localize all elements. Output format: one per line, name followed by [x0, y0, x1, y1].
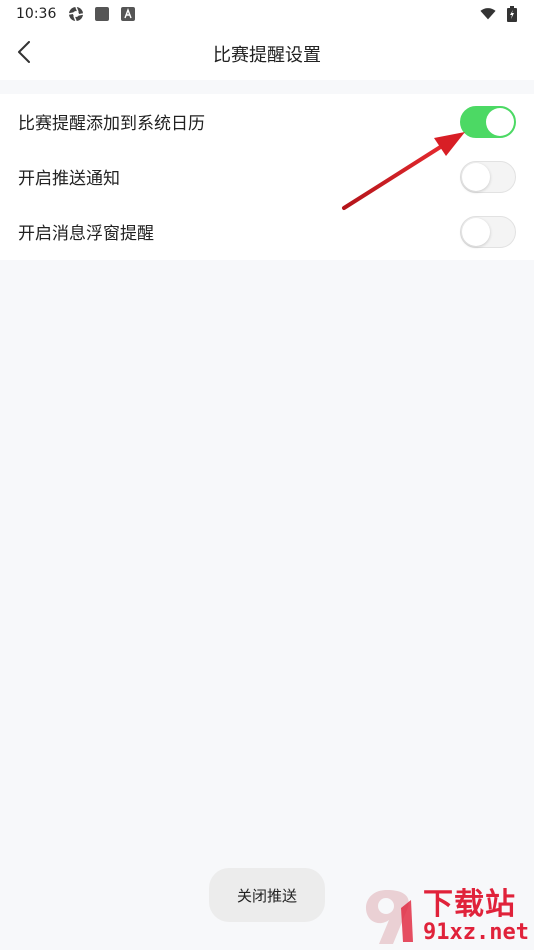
chevron-left-icon — [17, 41, 31, 67]
toast-message: 关闭推送 — [209, 868, 325, 922]
toggle-knob — [486, 107, 514, 136]
wifi-icon — [480, 6, 496, 22]
status-icons-left — [68, 6, 136, 22]
status-time: 10:36 — [16, 6, 57, 22]
setting-label: 比赛提醒添加到系统日历 — [18, 114, 205, 134]
setting-label: 开启推送通知 — [18, 169, 120, 189]
navigation-header: 比赛提醒设置 — [0, 28, 534, 80]
watermark-title: 下载站 — [423, 887, 516, 922]
status-icons-right — [480, 6, 520, 22]
setting-label: 开启消息浮窗提醒 — [18, 224, 154, 244]
toggle-knob — [462, 162, 490, 191]
toggle-knob — [462, 217, 490, 246]
page-title: 比赛提醒设置 — [213, 45, 321, 66]
setting-row-push: 开启推送通知 — [0, 149, 534, 204]
font-a-icon — [120, 6, 136, 22]
push-notification-toggle[interactable] — [460, 160, 516, 193]
watermark-url: 91xz.net — [423, 920, 529, 945]
settings-list: 比赛提醒添加到系统日历 开启推送通知 开启消息浮窗提醒 — [0, 94, 534, 260]
back-button[interactable] — [8, 38, 40, 70]
calendar-toggle[interactable] — [460, 105, 516, 138]
watermark-texts: 下载站 91xz.net — [423, 889, 529, 945]
site-watermark: 下载站 91xz.net — [357, 886, 532, 948]
square-icon — [94, 6, 110, 22]
app-screen: 10:36 比赛提醒设置 比赛提醒添加到系统日历 开启推送通知 开启消息浮窗提醒… — [0, 0, 534, 950]
watermark-logo-icon — [365, 890, 413, 944]
status-bar: 10:36 — [0, 0, 534, 28]
floating-window-toggle[interactable] — [460, 215, 516, 248]
aperture-icon — [68, 6, 84, 22]
setting-row-floating: 开启消息浮窗提醒 — [0, 204, 534, 259]
toast-text: 关闭推送 — [236, 886, 297, 905]
battery-charging-icon — [504, 6, 520, 22]
setting-row-calendar: 比赛提醒添加到系统日历 — [0, 94, 534, 149]
